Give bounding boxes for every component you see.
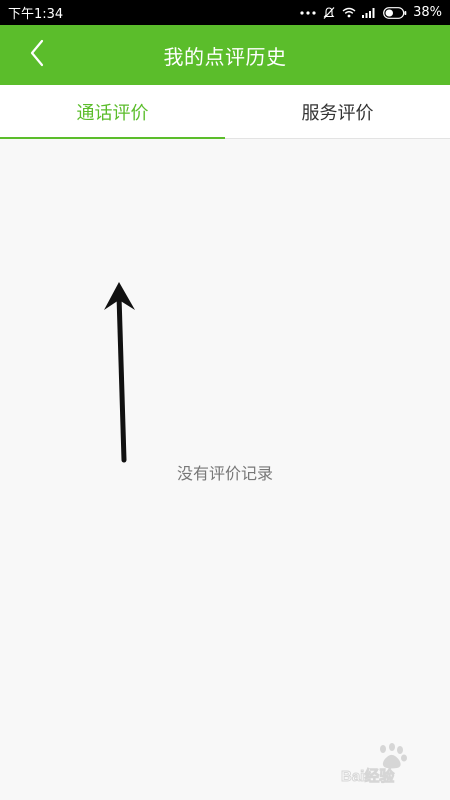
watermark-text: Bai经验	[341, 767, 395, 785]
app-bar: 我的点评历史	[0, 25, 450, 85]
empty-state-message: 没有评价记录	[176, 464, 273, 483]
tab-bar: 通话评价 服务评价	[0, 85, 450, 139]
page-title: 我的点评历史	[163, 44, 287, 69]
back-button[interactable]	[22, 39, 52, 71]
battery-icon	[383, 6, 407, 19]
more-dots-icon	[300, 10, 316, 16]
wifi-icon	[342, 7, 356, 18]
annotation-arrow-icon	[104, 282, 135, 463]
back-arrow-icon	[29, 39, 45, 71]
tab-service-review[interactable]: 服务评价	[225, 85, 450, 138]
status-bar: 下午1:34 38%	[0, 0, 450, 25]
baidu-jingyan-watermark: Bai经验	[341, 743, 407, 785]
signal-icon	[362, 7, 377, 18]
tab-call-review[interactable]: 通话评价	[0, 85, 225, 139]
tab-call-review-label: 通话评价	[76, 102, 149, 124]
tab-service-review-label: 服务评价	[301, 102, 374, 124]
battery-percent: 38%	[413, 5, 442, 20]
mute-bell-icon	[322, 6, 336, 20]
status-time: 下午1:34	[8, 7, 64, 22]
